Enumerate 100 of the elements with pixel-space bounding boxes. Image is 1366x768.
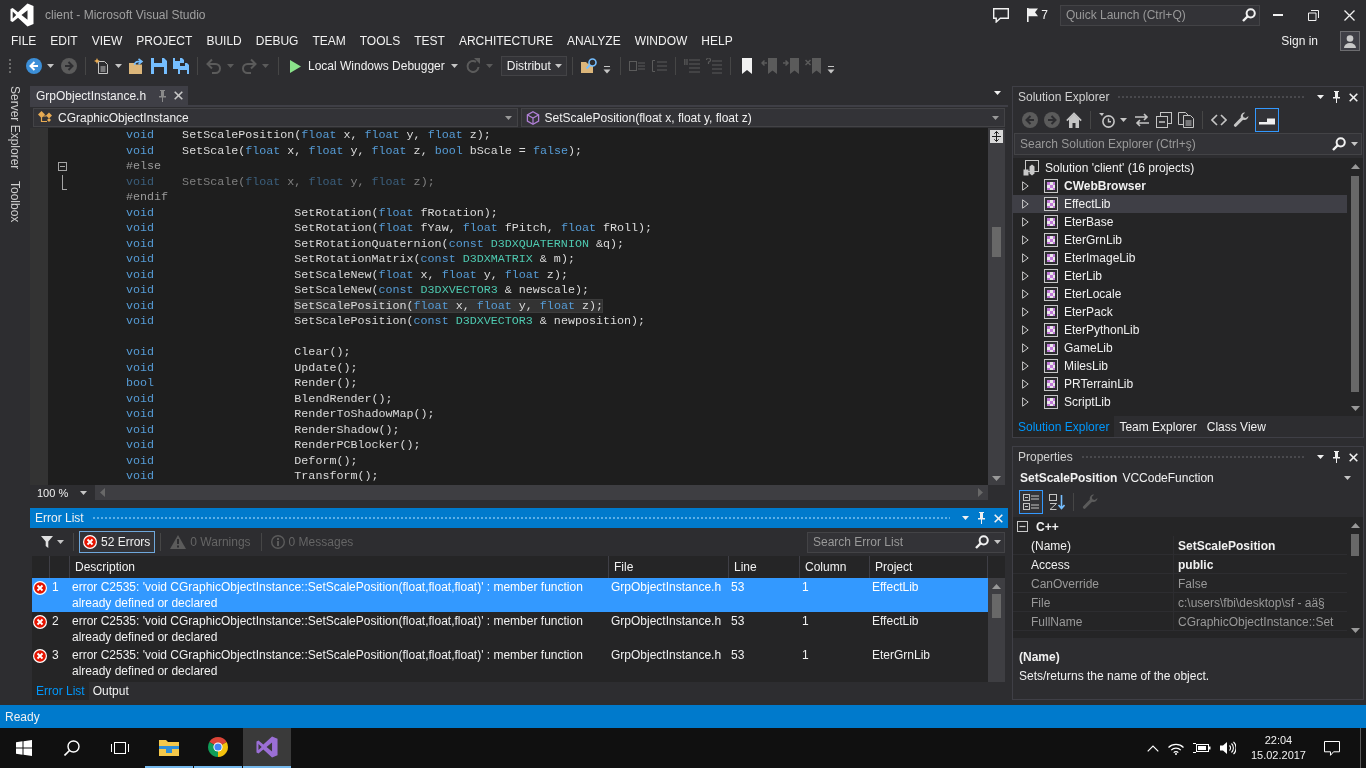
expand-arrow-icon[interactable]: [1022, 253, 1029, 263]
restore-icon[interactable]: [1308, 9, 1319, 21]
menu-item[interactable]: BUILD: [199, 31, 249, 51]
menu-item[interactable]: TOOLS: [352, 31, 408, 51]
expand-arrow-icon[interactable]: [1022, 181, 1029, 191]
member-dropdown[interactable]: SetScalePosition(float x, float y, float z): [520, 108, 1005, 127]
property-name[interactable]: Access: [1013, 555, 1173, 574]
search-icon[interactable]: [64, 740, 80, 756]
tree-item[interactable]: Solution 'client' (16 projects): [1013, 159, 1347, 177]
clock-icon[interactable]: [1099, 112, 1115, 128]
caret-icon[interactable]: [1120, 118, 1127, 122]
expand-arrow-icon[interactable]: [1022, 343, 1029, 353]
caret-icon[interactable]: [994, 90, 1001, 95]
windows-logo-icon[interactable]: [16, 740, 32, 756]
pin-icon[interactable]: [1332, 91, 1341, 103]
tree-item[interactable]: EterPythonLib: [1013, 321, 1347, 339]
search-field[interactable]: Search Solution Explorer (Ctrl+ş): [1014, 133, 1362, 155]
notification-count[interactable]: 7: [1041, 8, 1048, 22]
caret-icon[interactable]: [1317, 95, 1324, 99]
caret-icon[interactable]: [450, 64, 458, 68]
panel-tab[interactable]: Error List: [32, 682, 89, 700]
sign-in-link[interactable]: Sign in: [1281, 34, 1318, 48]
caret-icon[interactable]: [47, 64, 54, 68]
chevron-up-icon[interactable]: [1146, 744, 1159, 752]
menu-item[interactable]: PROJECT: [129, 31, 200, 51]
caret-icon[interactable]: [1344, 476, 1351, 480]
scroll-up-icon[interactable]: [1350, 164, 1360, 169]
new-file-icon[interactable]: [94, 58, 110, 74]
scroll-up-icon[interactable]: [992, 584, 1001, 589]
expand-arrow-icon[interactable]: [1022, 217, 1029, 227]
search-field[interactable]: Quick Launch (Ctrl+Q): [1060, 4, 1260, 26]
collapse-icon[interactable]: [1017, 521, 1028, 532]
expand-arrow-icon[interactable]: [1022, 235, 1029, 245]
caret-icon[interactable]: [57, 540, 64, 544]
filter-icon[interactable]: [41, 536, 53, 548]
notification-icon[interactable]: [1324, 740, 1340, 756]
menu-item[interactable]: WINDOW: [627, 31, 695, 51]
grouped-list-icon[interactable]: [1019, 490, 1043, 514]
expand-arrow-icon[interactable]: [1022, 361, 1029, 371]
zoom-dropdown[interactable]: 100 %: [33, 485, 95, 500]
tree-item[interactable]: GameLib: [1013, 339, 1347, 357]
expand-arrow-icon[interactable]: [1022, 379, 1029, 389]
angle-brackets-icon[interactable]: [1211, 112, 1227, 128]
search-icon[interactable]: [975, 535, 989, 549]
tree-item[interactable]: EterBase: [1013, 213, 1347, 231]
sort-icon[interactable]: [1049, 494, 1065, 510]
tree-item[interactable]: EffectLib: [1013, 195, 1347, 213]
menu-item[interactable]: HELP: [694, 31, 740, 51]
menu-item[interactable]: FILE: [4, 31, 44, 51]
avatar-icon[interactable]: [1340, 31, 1360, 51]
property-name[interactable]: File: [1013, 593, 1173, 612]
menu-item[interactable]: TEST: [407, 31, 452, 51]
clock-date[interactable]: 15.02.2017: [1250, 748, 1306, 763]
start-debugging-button[interactable]: Local Windows Debugger: [284, 55, 449, 77]
filter-button[interactable]: 52 Errors: [79, 531, 156, 553]
tree-item[interactable]: EterPack: [1013, 303, 1347, 321]
tree-item[interactable]: EterGrnLib: [1013, 231, 1347, 249]
pin-icon[interactable]: [1332, 451, 1341, 463]
property-name[interactable]: (Name): [1013, 536, 1173, 555]
stacked-squares-icon[interactable]: [1156, 112, 1172, 128]
folder-search-icon[interactable]: [580, 58, 597, 74]
menu-item[interactable]: TEAM: [305, 31, 353, 51]
taskbar-app-button[interactable]: [243, 728, 291, 768]
scroll-up-icon[interactable]: [1350, 523, 1360, 528]
caret-icon[interactable]: [994, 540, 1001, 544]
step-bar-icon[interactable]: [1255, 108, 1279, 132]
caret-icon[interactable]: [115, 64, 122, 68]
caret-icon[interactable]: [80, 490, 87, 495]
wifi-icon[interactable]: [1167, 741, 1184, 755]
caret-icon[interactable]: [1317, 455, 1324, 459]
stacked-pages-icon[interactable]: [1178, 112, 1194, 128]
tree-item[interactable]: ScriptLib: [1013, 393, 1347, 411]
side-tab[interactable]: Server Explorer: [8, 86, 22, 170]
configuration-dropdown[interactable]: Distribut: [500, 56, 567, 76]
scroll-down-icon[interactable]: [1350, 406, 1360, 411]
property-name[interactable]: CanOverride: [1013, 574, 1173, 593]
search-field[interactable]: Search Error List: [807, 531, 1005, 553]
expand-arrow-icon[interactable]: [1022, 325, 1029, 335]
property-value[interactable]: SetScalePosition: [1173, 536, 1347, 555]
tree-item[interactable]: MilesLib: [1013, 357, 1347, 375]
panel-tab[interactable]: Output: [88, 682, 133, 700]
panel-tab[interactable]: Team Explorer: [1114, 416, 1202, 437]
search-icon[interactable]: [1242, 8, 1256, 22]
tree-item[interactable]: PRTerrainLib: [1013, 375, 1347, 393]
scope-dropdown[interactable]: CGraphicObjectInstance: [33, 108, 518, 127]
property-name[interactable]: FullName: [1013, 612, 1173, 631]
caret-icon[interactable]: [1351, 142, 1358, 146]
swap-arrows-icon[interactable]: [1134, 112, 1150, 128]
caret-icon[interactable]: [554, 64, 562, 68]
scroll-thumb[interactable]: [992, 227, 1001, 257]
scrollbar[interactable]: [988, 578, 1005, 682]
search-icon[interactable]: [1332, 137, 1346, 151]
panel-tab[interactable]: Solution Explorer: [1013, 416, 1115, 437]
menu-item[interactable]: VIEW: [84, 31, 130, 51]
task-view-icon[interactable]: [111, 741, 129, 755]
object-selector[interactable]: SetScalePosition VCCodeFunction: [1013, 467, 1363, 489]
toolbar-grip[interactable]: [8, 58, 12, 74]
folder-icon[interactable]: [129, 58, 145, 74]
back-icon[interactable]: [26, 58, 42, 74]
save-icon[interactable]: [151, 58, 167, 74]
